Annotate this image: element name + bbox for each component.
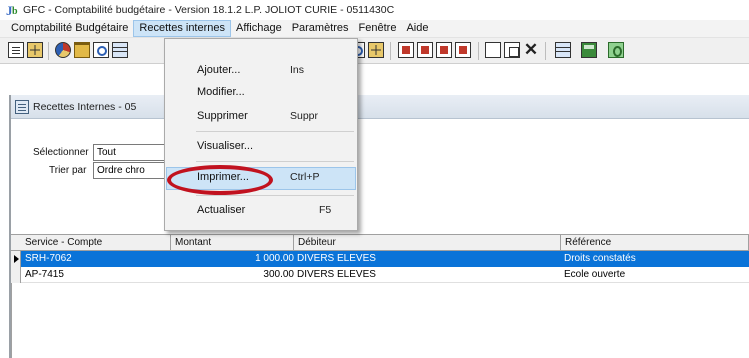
- menu-comptabilite[interactable]: Comptabilité Budgétaire: [6, 20, 133, 37]
- toolbar-separator: [390, 42, 391, 60]
- menu-separator: [196, 131, 354, 132]
- menu-item-label: Supprimer: [197, 110, 248, 122]
- recettes-internes-window: Recettes Internes - 05: [9, 95, 749, 358]
- menu-bar: Comptabilité Budgétaire Recettes interne…: [0, 20, 749, 38]
- cell-service: AP-7415: [25, 269, 64, 280]
- column-header-reference[interactable]: Référence: [561, 235, 749, 250]
- budget-icon[interactable]: [398, 42, 414, 58]
- column-header-debiteur[interactable]: Débiteur: [294, 235, 561, 250]
- toolbar-separator: [48, 42, 49, 60]
- menu-item-label: Ajouter...: [197, 64, 241, 76]
- menu-item-supprimer[interactable]: Supprimer Suppr: [166, 106, 356, 128]
- menu-separator: [196, 161, 354, 162]
- select-label: Sélectionner: [33, 147, 89, 158]
- cell-reference: Droits constatés: [564, 253, 636, 264]
- menu-item-visualiser[interactable]: Visualiser...: [166, 136, 356, 158]
- window-icon: [15, 99, 29, 114]
- search-icon[interactable]: [93, 42, 109, 58]
- row-indicator: [11, 267, 21, 283]
- menu-affichage[interactable]: Affichage: [231, 20, 287, 37]
- new-page-icon[interactable]: [485, 42, 501, 58]
- menu-parametres[interactable]: Paramètres: [287, 20, 354, 37]
- sort-dropdown[interactable]: Ordre chro: [93, 162, 165, 179]
- menu-item-shortcut: Suppr: [290, 110, 319, 122]
- menu-item-shortcut: Ctrl+P: [290, 171, 320, 183]
- menu-item-shortcut: F5: [319, 204, 332, 216]
- cell-service: SRH-7062: [25, 253, 72, 264]
- menu-aide[interactable]: Aide: [401, 20, 433, 37]
- menu-item-shortcut: Ins: [290, 64, 305, 76]
- cell-montant: 1 000.00: [255, 253, 294, 264]
- folder-icon[interactable]: [74, 42, 90, 58]
- column-header-service[interactable]: Service - Compte: [21, 235, 171, 250]
- cell-montant: 300.00: [263, 269, 294, 280]
- document-icon[interactable]: [8, 42, 24, 58]
- cell-reference: Ecole ouverte: [564, 269, 626, 280]
- table-row[interactable]: AP-7415 300.00 DIVERS ELEVES Ecole ouver…: [11, 267, 749, 283]
- recettes-internes-menu: Ajouter... Ins Modifier... Supprimer Sup…: [164, 38, 358, 231]
- delete-icon[interactable]: ✕: [523, 41, 539, 58]
- menu-separator: [196, 195, 354, 196]
- current-row-arrow-icon: [14, 255, 19, 263]
- ledger-icon[interactable]: [27, 42, 43, 58]
- menu-fenetre[interactable]: Fenêtre: [354, 20, 402, 37]
- annotation-highlight-oval: [167, 165, 273, 195]
- menu-item-actualiser[interactable]: Actualiser F5: [166, 200, 356, 222]
- report-icon[interactable]: [368, 42, 384, 58]
- select-dropdown[interactable]: Tout: [93, 144, 165, 161]
- menu-item-label: Modifier...: [197, 86, 245, 98]
- child-window-title: Recettes Internes - 05: [33, 100, 137, 113]
- calculator-icon[interactable]: [581, 42, 597, 58]
- title-bar: Jb GFC - Comptabilité budgétaire - Versi…: [0, 0, 749, 20]
- row-indicator: [11, 251, 21, 267]
- cell-debiteur: DIVERS ELEVES: [297, 253, 376, 264]
- menu-item-modifier[interactable]: Modifier...: [166, 82, 356, 104]
- table-header: Service - Compte Montant Débiteur Référe…: [11, 234, 749, 251]
- toolbar-separator: [478, 42, 479, 60]
- menu-item-label: Actualiser: [197, 204, 246, 216]
- table-icon[interactable]: [112, 42, 128, 58]
- pie-chart-icon[interactable]: [55, 42, 71, 58]
- copy-icon[interactable]: [504, 42, 520, 58]
- table-row[interactable]: SRH-7062 1 000.00 DIVERS ELEVES Droits c…: [11, 251, 749, 267]
- budget-edit-icon[interactable]: [417, 42, 433, 58]
- menu-item-ajouter[interactable]: Ajouter... Ins: [166, 60, 356, 82]
- column-header-montant[interactable]: Montant: [171, 235, 294, 250]
- sort-label: Trier par: [49, 165, 87, 176]
- export-icon[interactable]: [555, 42, 571, 58]
- cell-debiteur: DIVERS ELEVES: [297, 269, 376, 280]
- menu-item-label: Visualiser...: [197, 140, 254, 152]
- app-logo-icon: Jb: [6, 2, 18, 18]
- toolbar-separator: [545, 42, 546, 60]
- refresh-icon[interactable]: [608, 42, 624, 58]
- toolbar: ✕: [0, 38, 749, 64]
- budget-list-icon[interactable]: [436, 42, 452, 58]
- menu-recettes-internes[interactable]: Recettes internes: [133, 20, 232, 37]
- budget-view-icon[interactable]: [455, 42, 471, 58]
- window-title: GFC - Comptabilité budgétaire - Version …: [23, 4, 395, 16]
- child-window-title-bar: Recettes Internes - 05: [11, 95, 749, 119]
